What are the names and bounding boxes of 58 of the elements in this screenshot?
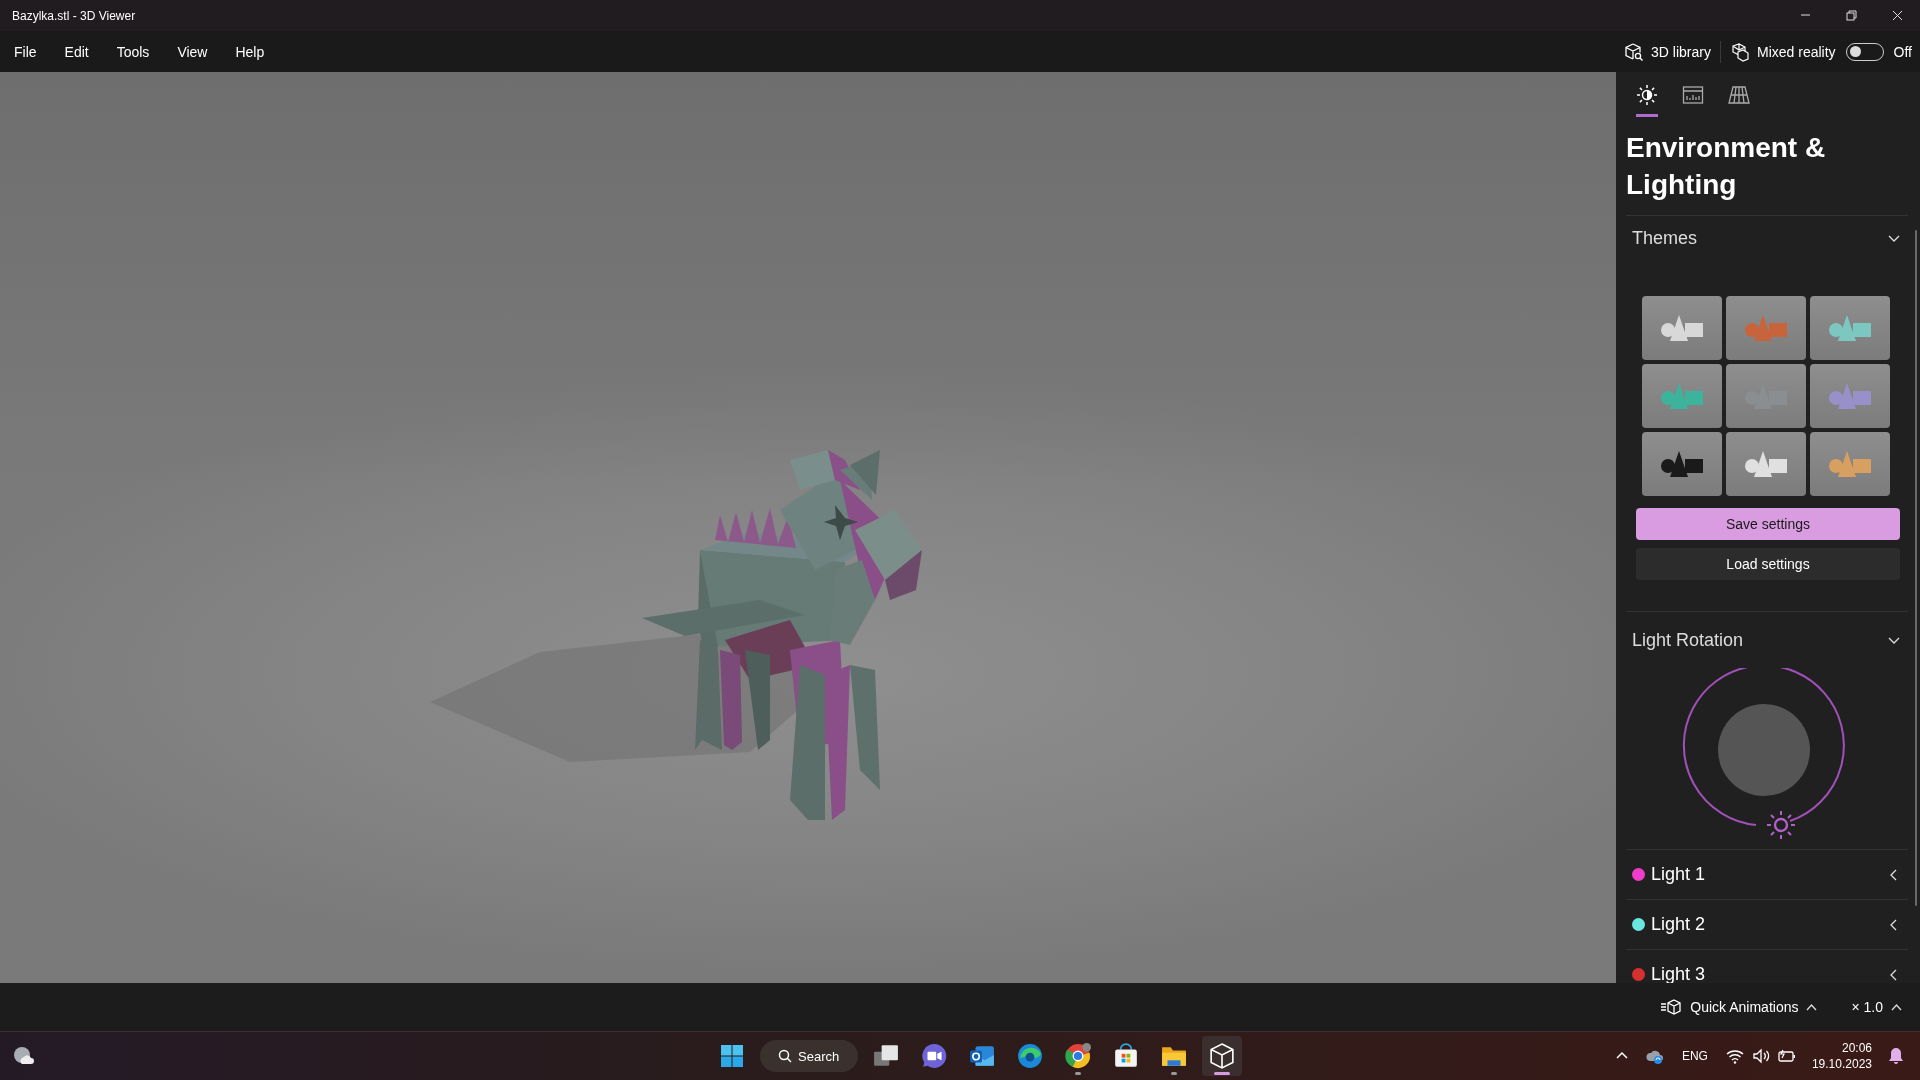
wifi-icon: [1725, 1048, 1744, 1064]
ring-globe-icon: [1065, 1043, 1091, 1069]
wave-globe-icon: [1017, 1043, 1043, 1069]
video-chat-icon: [921, 1043, 947, 1069]
menu-item[interactable]: View: [177, 37, 208, 66]
load-button[interactable]: Load settings: [1636, 548, 1900, 580]
light-row[interactable]: Light 1: [1626, 850, 1908, 899]
mail-envelope-icon: [969, 1043, 995, 1069]
battery-icon: [1777, 1048, 1796, 1064]
clock[interactable]: 20:06 19.10.2023: [1811, 1040, 1872, 1072]
panel-tab[interactable]: [1636, 84, 1658, 117]
animation-cube-icon: [1660, 998, 1683, 1016]
restore-icon: [1845, 10, 1857, 21]
speaker-icon: [1751, 1048, 1770, 1064]
close-icon: [1891, 10, 1903, 21]
floor-grid-icon: [1728, 84, 1750, 106]
windows-logo-icon: [720, 1044, 744, 1068]
cubes-icon: [1730, 41, 1750, 62]
menu-item[interactable]: Tools: [116, 37, 150, 66]
mixed-reality-button[interactable]: Mixed reality: [1724, 37, 1842, 66]
window-title: Bazylka.stl - 3D Viewer: [12, 8, 137, 23]
language-indicator[interactable]: ENG: [1679, 1047, 1710, 1065]
theme-thumbnail[interactable]: [1726, 432, 1806, 496]
menu-item[interactable]: Help: [235, 37, 265, 66]
chart-panel-icon: [1682, 84, 1704, 106]
cube-icon: [1209, 1043, 1235, 1069]
windows-stack-icon: [873, 1043, 899, 1069]
menu-item[interactable]: File: [14, 37, 37, 66]
toggle-state-label: Off: [1893, 43, 1912, 60]
search-icon: [778, 1049, 792, 1063]
light-row[interactable]: Light 2: [1626, 900, 1908, 949]
theme-thumbnail[interactable]: [1642, 432, 1722, 496]
quick-animations-button[interactable]: Quick Animations: [1654, 994, 1824, 1020]
light-rotation-header[interactable]: Light Rotation: [1626, 618, 1908, 662]
shopping-bag-icon: [1113, 1043, 1139, 1069]
theme-thumbnail[interactable]: [1642, 296, 1722, 360]
theme-thumbnail[interactable]: [1726, 296, 1806, 360]
sun-icon: [1636, 84, 1658, 106]
save-button[interactable]: Save settings: [1636, 508, 1900, 540]
speed-button[interactable]: × 1.0: [1845, 995, 1908, 1019]
chevron-up-icon: [1806, 1001, 1818, 1013]
theme-thumbnail[interactable]: [1642, 364, 1722, 428]
sun-handle-icon[interactable]: [1764, 808, 1798, 842]
notifications-button[interactable]: [1886, 1045, 1906, 1067]
theme-thumbnail[interactable]: [1810, 432, 1890, 496]
theme-thumbnail[interactable]: [1726, 364, 1806, 428]
theme-thumbnail[interactable]: [1810, 364, 1890, 428]
cube-search-icon: [1624, 41, 1645, 62]
search-box[interactable]: Search: [760, 1040, 858, 1072]
library-button[interactable]: 3D library: [1618, 37, 1717, 66]
panel-heading: Environment & Lighting: [1626, 131, 1827, 202]
menu-item[interactable]: Edit: [64, 37, 89, 66]
chevron-up-icon: [1891, 1001, 1902, 1013]
taskbar-app[interactable]: [1202, 1036, 1242, 1076]
scrollbar[interactable]: [1915, 230, 1917, 906]
bell-icon: [1888, 1047, 1904, 1065]
themes-section-header[interactable]: Themes: [1626, 216, 1908, 260]
theme-thumbnail[interactable]: [1810, 296, 1890, 360]
